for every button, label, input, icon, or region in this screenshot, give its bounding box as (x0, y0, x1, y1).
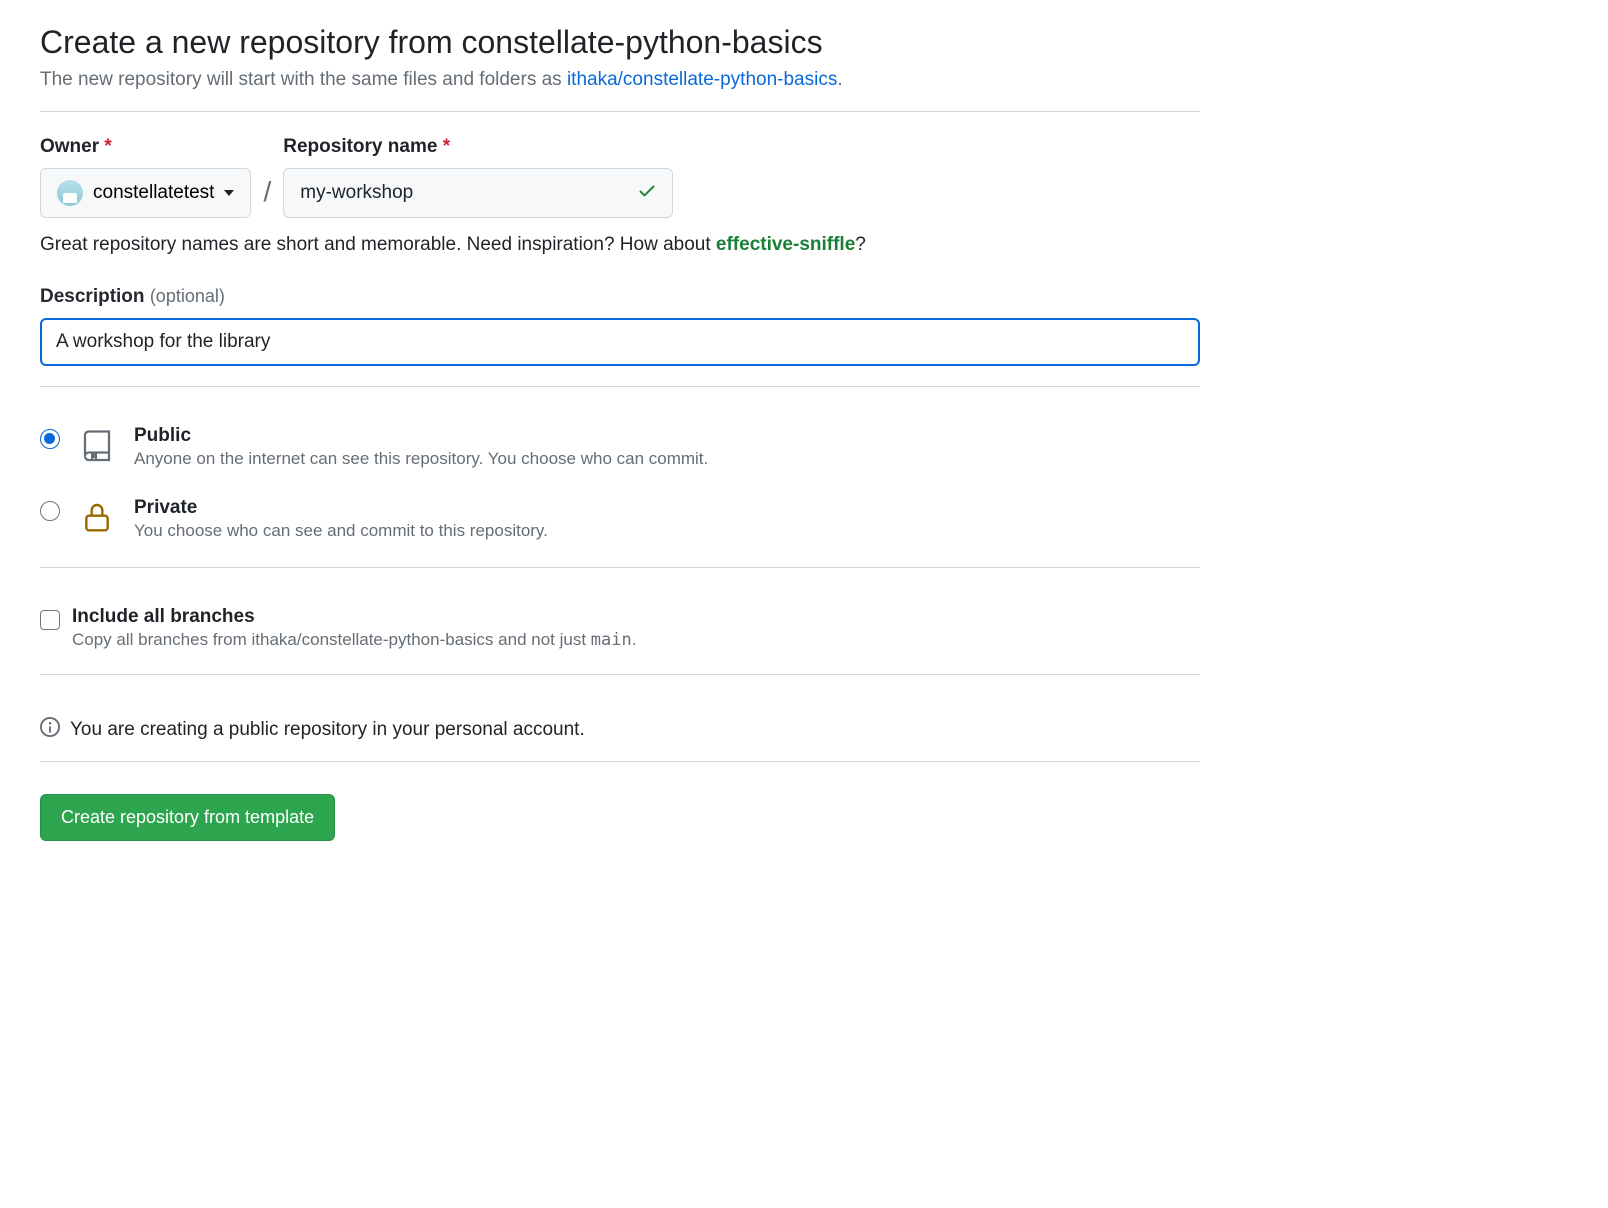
owner-dropdown[interactable]: constellatetest (40, 168, 251, 218)
owner-repo-row: Owner * constellatetest / Repository nam… (40, 136, 1200, 218)
divider (40, 567, 1200, 568)
slash-separator: / (263, 176, 271, 218)
owner-value: constellatetest (93, 182, 214, 204)
public-desc: Anyone on the internet can see this repo… (134, 449, 1200, 469)
page-title: Create a new repository from constellate… (40, 24, 1200, 61)
public-radio[interactable] (40, 429, 60, 449)
divider (40, 111, 1200, 112)
create-repo-button[interactable]: Create repository from template (40, 794, 335, 841)
include-branches-title: Include all branches (72, 606, 1200, 628)
page-subtitle: The new repository will start with the s… (40, 69, 1200, 91)
owner-label: Owner * (40, 136, 251, 158)
chevron-down-icon (224, 190, 234, 196)
repo-name-group: Repository name * (283, 136, 673, 218)
visibility-public-option: Public Anyone on the internet can see th… (40, 411, 1200, 483)
name-suggestion-link[interactable]: effective-sniffle (716, 234, 855, 255)
private-desc: You choose who can see and commit to thi… (134, 521, 1200, 541)
check-icon (637, 181, 657, 206)
description-input[interactable] (40, 318, 1200, 366)
create-repo-form: Create a new repository from constellate… (40, 24, 1200, 841)
required-asterisk: * (104, 136, 111, 157)
repo-icon (78, 427, 116, 463)
repo-name-input[interactable] (283, 168, 673, 218)
private-radio[interactable] (40, 501, 60, 521)
avatar-icon (57, 180, 83, 206)
repo-name-label: Repository name * (283, 136, 673, 158)
include-branches-checkbox[interactable] (40, 610, 60, 630)
owner-group: Owner * constellatetest (40, 136, 251, 218)
info-row: You are creating a public repository in … (40, 699, 1200, 761)
template-repo-link[interactable]: ithaka/constellate-python-basics (567, 69, 837, 90)
public-title: Public (134, 425, 1200, 447)
info-text: You are creating a public repository in … (70, 719, 585, 741)
divider (40, 674, 1200, 675)
required-asterisk: * (443, 136, 450, 157)
lock-icon (78, 499, 116, 535)
divider (40, 386, 1200, 387)
name-hint: Great repository names are short and mem… (40, 234, 1200, 256)
info-icon (40, 717, 60, 743)
include-branches-row: Include all branches Copy all branches f… (40, 592, 1200, 656)
description-label: Description (optional) (40, 286, 1200, 308)
divider (40, 761, 1200, 762)
include-branches-desc: Copy all branches from ithaka/constellat… (72, 630, 1200, 650)
visibility-private-option: Private You choose who can see and commi… (40, 483, 1200, 555)
private-title: Private (134, 497, 1200, 519)
